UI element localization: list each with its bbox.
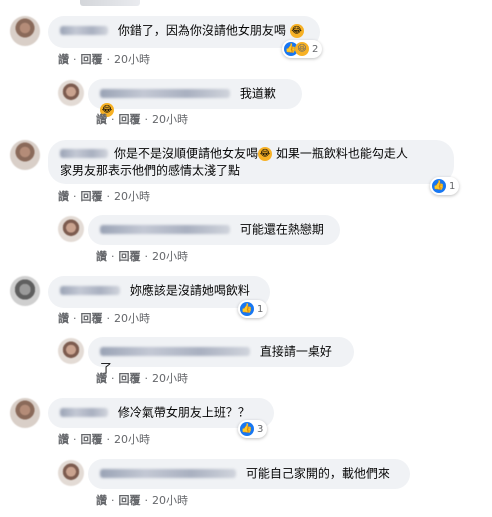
reply-link[interactable]: 回覆 [119,250,141,263]
avatar[interactable] [58,460,84,486]
comment-actions: 讚 · 回覆 · 20小時 [58,53,150,66]
comment-actions: 讚 · 回覆 · 20小時 [58,190,150,203]
avatar[interactable] [10,140,40,170]
timestamp[interactable]: 20小時 [114,312,150,325]
like-link[interactable]: 讚 [96,113,107,126]
comment-text: 你錯了，因為你沒請他女朋友喝 [117,23,286,38]
reaction-summary[interactable]: 👍 😆 2 [282,40,323,58]
like-link[interactable]: 讚 [58,190,69,203]
avatar[interactable] [58,338,84,364]
like-link[interactable]: 讚 [58,433,69,446]
reply-bubble: 我道歉 😂 [88,79,302,117]
timestamp[interactable]: 20小時 [152,250,188,263]
commenter-name-blurred[interactable] [60,149,108,158]
like-link[interactable]: 讚 [58,53,69,66]
commenter-name-blurred[interactable] [60,286,120,295]
reply-actions: 讚 · 回覆 · 20小時 [96,113,188,126]
comment-text: 妳應該是沒請她喝飲料 [129,283,250,298]
reply-link[interactable]: 回覆 [81,190,103,203]
reply-link[interactable]: 回覆 [81,433,103,446]
reaction-count: 2 [312,43,319,55]
reaction-count: 1 [257,303,264,315]
like-link[interactable]: 讚 [96,494,107,507]
commenter-name-blurred[interactable] [60,26,108,35]
reply-link[interactable]: 回覆 [81,53,103,66]
timestamp[interactable]: 20小時 [114,433,150,446]
reaction-count: 3 [257,423,264,435]
avatar[interactable] [58,80,84,106]
laughing-emoji: 😂 [289,23,304,38]
reaction-count: 1 [449,180,456,192]
like-link[interactable]: 讚 [96,250,107,263]
avatar[interactable] [10,16,40,46]
timestamp[interactable]: 20小時 [114,190,150,203]
reply-bubble: 可能還在熱戀期 [88,215,340,245]
reply-bubble: 直接請一桌好了 [88,337,354,375]
reply-link[interactable]: 回覆 [119,113,141,126]
reply-link[interactable]: 回覆 [119,494,141,507]
timestamp[interactable]: 20小時 [114,53,150,66]
reply-link[interactable]: 回覆 [119,372,141,385]
haha-icon: 😆 [295,42,309,56]
like-link[interactable]: 讚 [96,372,107,385]
like-link[interactable]: 讚 [58,312,69,325]
reply-actions: 讚 · 回覆 · 20小時 [96,494,188,507]
avatar[interactable] [58,216,84,242]
timestamp[interactable]: 20小時 [152,113,188,126]
avatar[interactable] [10,398,40,428]
laughing-emoji: 😂 [258,146,273,161]
previous-comment-fragment [80,0,140,6]
commenter-name-blurred[interactable] [100,225,230,234]
timestamp[interactable]: 20小時 [152,494,188,507]
avatar[interactable] [10,276,40,306]
reply-link[interactable]: 回覆 [81,312,103,325]
reaction-summary[interactable]: 👍 3 [238,420,268,438]
comment-actions: 讚 · 回覆 · 20小時 [58,312,150,325]
comment-text-line1: 你是不是沒順便請他女友喝 [114,146,259,161]
comment-actions: 讚 · 回覆 · 20小時 [58,433,150,446]
reply-text: 我道歉 [239,86,276,101]
like-icon: 👍 [240,422,254,436]
comment-text-line2: 家男友那表示他們的感情太淺了點 [60,163,241,177]
commenter-name-blurred[interactable] [100,469,236,478]
comment-text-line1b: 如果一瓶飲料也能勾走人 [272,146,408,161]
like-icon: 👍 [240,302,254,316]
comment-bubble: 妳應該是沒請她喝飲料 [48,276,270,308]
reply-bubble: 可能自己家開的，載他們來 [88,459,410,489]
comment-bubble: 你是不是沒順便請他女友喝 😂 如果一瓶飲料也能勾走人 家男友那表示他們的感情太淺了… [48,140,454,184]
reply-actions: 讚 · 回覆 · 20小時 [96,372,188,385]
reply-text: 可能自己家開的，載他們來 [245,466,390,481]
reply-actions: 讚 · 回覆 · 20小時 [96,250,188,263]
commenter-name-blurred[interactable] [60,408,108,417]
reaction-summary[interactable]: 👍 1 [238,300,268,318]
comment-text: 修冷氣帶女朋友上班？？ [117,405,250,420]
reaction-summary[interactable]: 👍 1 [430,177,460,195]
timestamp[interactable]: 20小時 [152,372,188,385]
comment-bubble: 你錯了，因為你沒請他女朋友喝 😂 [48,16,320,48]
like-icon: 👍 [432,179,446,193]
commenter-name-blurred[interactable] [100,347,250,356]
commenter-name-blurred[interactable] [100,89,230,98]
reply-text: 可能還在熱戀期 [239,222,324,237]
